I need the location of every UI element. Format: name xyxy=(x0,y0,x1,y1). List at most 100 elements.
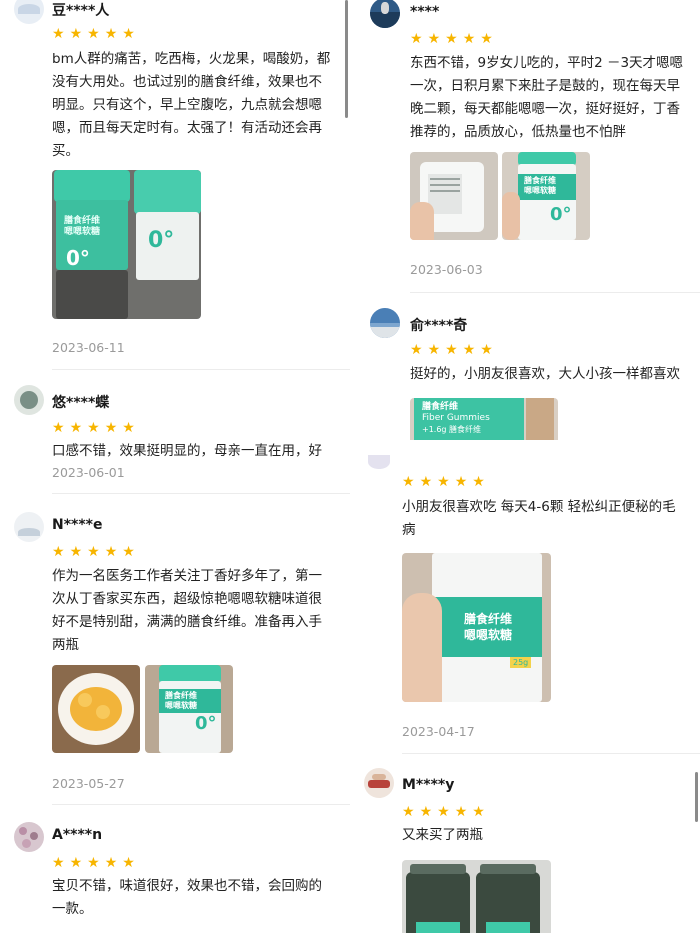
username: 悠****蝶 xyxy=(52,395,110,411)
review-card: 俞****奇 ★ ★ ★ ★ ★ 挺好的，小朋友很喜欢，大人小孩一样都喜欢 膳食… xyxy=(350,300,700,440)
product-name: 膳食纤维 Fiber Gummies +1.6g 膳食纤维 xyxy=(422,402,490,435)
star-icon: ★ xyxy=(402,474,415,490)
star-icon: ★ xyxy=(122,855,135,871)
review-date: 2023-06-11 xyxy=(52,340,125,355)
product-name-line: 膳食纤维 xyxy=(524,176,556,185)
star-icon: ★ xyxy=(410,31,423,47)
star-icon: ★ xyxy=(427,342,441,358)
star-icon: ★ xyxy=(69,420,83,436)
review-text: 宝贝不错，味道很好，效果也不错，会回购的 一款。 xyxy=(52,875,342,921)
review-line: 口感不错，效果挺明显的，母亲一直在用，好 xyxy=(52,443,322,459)
star-icon: ★ xyxy=(472,474,485,490)
star-rating: ★ ★ ★ ★ ★ xyxy=(52,856,135,870)
review-line: 病 xyxy=(402,522,416,538)
star-icon: ★ xyxy=(87,26,100,42)
user-avatar[interactable] xyxy=(368,455,390,469)
star-icon: ★ xyxy=(419,804,433,820)
product-name-line: 嗯嗯软糖 xyxy=(464,628,513,642)
star-icon: ★ xyxy=(104,544,118,560)
review-text: 小朋友很喜欢吃 每天4-6颗 轻松纠正便秘的毛 病 xyxy=(402,496,692,542)
star-icon: ★ xyxy=(462,31,476,47)
scrollbar[interactable] xyxy=(695,772,698,822)
user-avatar[interactable] xyxy=(370,0,400,28)
star-icon: ★ xyxy=(52,544,65,560)
user-avatar[interactable] xyxy=(14,512,44,542)
star-icon: ★ xyxy=(445,342,458,358)
star-icon: ★ xyxy=(402,804,415,820)
star-icon: ★ xyxy=(104,420,118,436)
review-line: 买。 xyxy=(52,143,79,159)
star-icon: ★ xyxy=(122,544,135,560)
divider xyxy=(52,369,350,370)
review-line: 宝贝不错，味道很好，效果也不错，会回购的 xyxy=(52,878,322,894)
product-name: 膳食纤维 嗯嗯软糖 xyxy=(524,176,556,196)
star-icon: ★ xyxy=(104,855,118,871)
review-text: 口感不错，效果挺明显的，母亲一直在用，好 xyxy=(52,440,342,463)
user-avatar[interactable] xyxy=(14,822,44,852)
user-avatar[interactable] xyxy=(14,385,44,415)
star-icon: ★ xyxy=(52,420,65,436)
star-icon: ★ xyxy=(69,855,83,871)
review-line: 次从丁香家买东西，超级惊艳嗯嗯软糖味道很 xyxy=(52,591,322,607)
review-line: 两瓶 xyxy=(52,637,79,653)
star-icon: ★ xyxy=(122,26,135,42)
username: A****n xyxy=(52,827,103,843)
review-photo[interactable] xyxy=(52,665,140,753)
review-card: N****e ★ ★ ★ ★ ★ 作为一名医务工作者关注丁香好多年了，第一 次从… xyxy=(0,500,350,805)
user-avatar[interactable] xyxy=(364,768,394,798)
product-english-name: Fiber Gummies xyxy=(422,413,490,423)
star-rating: ★ ★ ★ ★ ★ xyxy=(52,545,135,559)
star-icon: ★ xyxy=(87,544,100,560)
review-text: 又来买了两瓶 xyxy=(402,824,692,847)
product-name: 膳食纤维 嗯嗯软糖 xyxy=(64,216,100,238)
review-card: 豆****人 ★ ★ ★ ★ ★ bm人群的痛苦，吃西梅，火龙果，喝酸奶，都 没… xyxy=(0,0,350,370)
username: M****y xyxy=(402,777,455,793)
product-name-line: 膳食纤维 xyxy=(464,612,513,626)
star-icon: ★ xyxy=(69,544,83,560)
star-icon: ★ xyxy=(52,26,65,42)
star-icon: ★ xyxy=(454,804,468,820)
review-line: 小朋友很喜欢吃 每天4-6颗 轻松纠正便秘的毛 xyxy=(402,499,676,515)
review-photo[interactable]: 膳食纤维 嗯嗯软糖 0° xyxy=(145,665,233,753)
star-rating: ★ ★ ★ ★ ★ xyxy=(402,805,485,819)
user-avatar[interactable] xyxy=(14,0,44,24)
review-date: 2023-06-03 xyxy=(410,262,483,277)
divider xyxy=(410,292,700,293)
review-date: 2023-05-27 xyxy=(52,776,125,791)
star-icon: ★ xyxy=(480,342,493,358)
review-card: M****y ★ ★ ★ ★ ★ 又来买了两瓶 xyxy=(350,760,700,933)
review-card: A****n ★ ★ ★ ★ ★ 宝贝不错，味道很好，效果也不错，会回购的 一款… xyxy=(0,810,350,933)
username: 豆****人 xyxy=(52,3,110,19)
review-date: 2023-04-17 xyxy=(402,724,475,739)
scrollbar[interactable] xyxy=(345,0,348,118)
product-name-line: 膳食纤维 xyxy=(165,691,197,700)
review-photo[interactable]: 膳食纤维 嗯嗯软糖 25g xyxy=(402,553,551,702)
star-icon: ★ xyxy=(445,31,458,47)
review-line: 晚二颗，每天都能嗯嗯一次，挺好挺好，丁香 xyxy=(410,101,680,117)
review-line: 东西不错，9岁女儿吃的，平时2 －3天才嗯嗯 xyxy=(410,55,684,71)
username: 俞****奇 xyxy=(410,318,468,334)
review-photo[interactable] xyxy=(402,860,551,933)
review-text: 挺好的，小朋友很喜欢，大人小孩一样都喜欢 xyxy=(410,363,698,386)
product-logo-mark: 0° xyxy=(148,228,175,253)
star-icon: ★ xyxy=(462,342,476,358)
review-line: 一款。 xyxy=(52,901,93,917)
review-photo[interactable]: 膳食纤维 Fiber Gummies +1.6g 膳食纤维 xyxy=(410,398,558,440)
review-line: 推荐的，品质放心，低热量也不怕胖 xyxy=(410,124,626,140)
product-name: 膳食纤维 嗯嗯软糖 xyxy=(464,611,512,643)
review-line: 一次，日积月累下来肚子是鼓的，现在每天早 xyxy=(410,78,680,94)
reviews-column-left: 豆****人 ★ ★ ★ ★ ★ bm人群的痛苦，吃西梅，火龙果，喝酸奶，都 没… xyxy=(0,0,350,933)
review-photo[interactable]: 膳食纤维 嗯嗯软糖 0° xyxy=(502,152,590,240)
star-icon: ★ xyxy=(419,474,433,490)
review-line: 好不是特别甜，满满的膳食纤维。准备再入手 xyxy=(52,614,322,630)
user-avatar[interactable] xyxy=(370,308,400,338)
star-rating: ★ ★ ★ ★ ★ xyxy=(52,27,135,41)
review-photo[interactable] xyxy=(410,152,498,240)
review-line: bm人群的痛苦，吃西梅，火龙果，喝酸奶，都 xyxy=(52,51,331,67)
review-line: 作为一名医务工作者关注丁香好多年了，第一 xyxy=(52,568,322,584)
review-photo[interactable]: 膳食纤维 嗯嗯软糖 0° 0° xyxy=(52,170,201,319)
review-line: 没有大用处。也试过别的膳食纤维，效果也不 xyxy=(52,74,322,90)
divider xyxy=(52,804,350,805)
product-logo-mark: 0° xyxy=(66,246,90,270)
divider xyxy=(52,493,350,494)
